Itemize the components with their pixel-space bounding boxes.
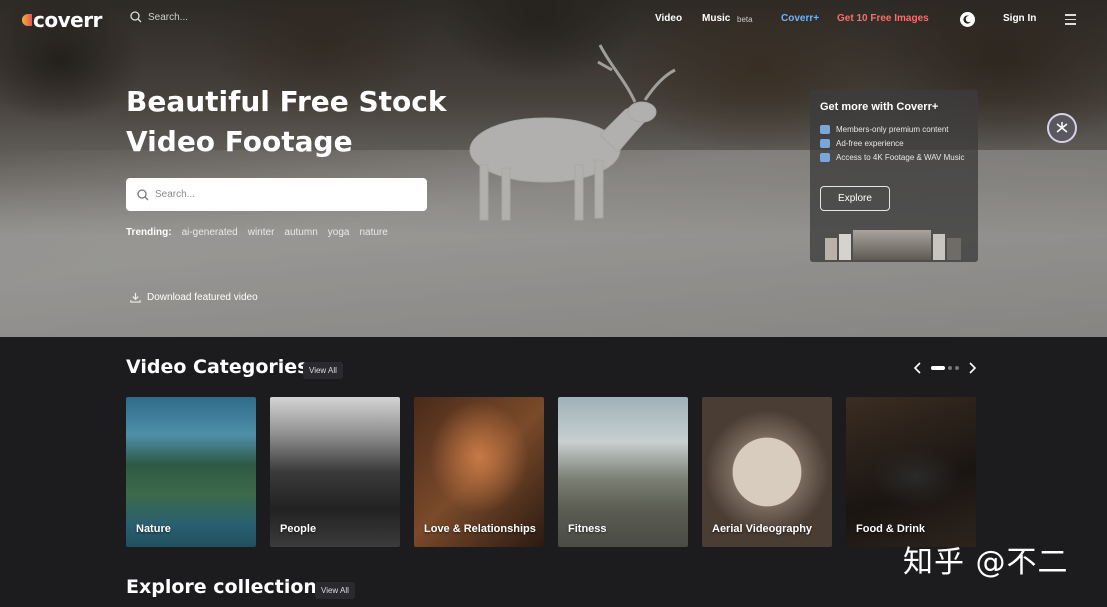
explore-collections-title: Explore collections	[126, 576, 329, 598]
top-navbar: coverr Video Music beta Coverr+ Get 10 F…	[0, 0, 1107, 38]
music-beta-badge: beta	[737, 15, 753, 24]
search-icon	[137, 188, 149, 200]
trending-tag[interactable]: autumn	[284, 227, 317, 238]
video-categories-title: Video Categories	[126, 356, 309, 378]
4k-icon	[820, 153, 830, 162]
premium-icon	[820, 125, 830, 134]
promo-title: Get more with Coverr+	[820, 101, 939, 113]
nav-search-input[interactable]	[148, 11, 268, 23]
chevron-left-icon[interactable]	[913, 362, 923, 374]
ai-icon	[1056, 122, 1068, 133]
logo-mark-icon	[22, 14, 32, 26]
sign-in-button[interactable]: Sign In	[1003, 13, 1036, 24]
category-card-food[interactable]: Food & Drink	[846, 397, 976, 547]
download-featured-video-link[interactable]: Download featured video	[130, 292, 258, 303]
hero-search-input[interactable]	[155, 189, 405, 200]
category-card-nature[interactable]: Nature	[126, 397, 256, 547]
carousel-dots	[931, 366, 959, 370]
ad-free-icon	[820, 139, 830, 148]
explore-button[interactable]: Explore	[820, 186, 890, 211]
category-label: Aerial Videography	[712, 523, 813, 535]
hero-search-box	[126, 178, 427, 211]
trending-tags: Trending: ai-generated winter autumn yog…	[126, 227, 388, 238]
category-card-love[interactable]: Love & Relationships	[414, 397, 544, 547]
promo-feature: Ad-free experience	[820, 139, 968, 148]
promo-feature: Members-only premium content	[820, 125, 968, 134]
download-icon	[130, 292, 141, 303]
category-label: Fitness	[568, 523, 607, 535]
category-card-people[interactable]: People	[270, 397, 400, 547]
promo-feature: Access to 4K Footage & WAV Music	[820, 153, 968, 162]
chevron-right-icon[interactable]	[967, 362, 977, 374]
category-label: Food & Drink	[856, 523, 926, 535]
watermark-text: 知乎 @不二	[903, 545, 1069, 580]
nav-link-coverr-plus[interactable]: Coverr+	[781, 13, 819, 24]
collections-view-all-button[interactable]: View All	[315, 582, 355, 599]
menu-icon[interactable]	[1065, 14, 1076, 28]
floating-help-button[interactable]	[1047, 113, 1077, 143]
coverr-logo[interactable]: coverr	[22, 8, 102, 32]
hero-title: Beautiful Free Stock Video Footage	[126, 85, 447, 158]
trending-tag[interactable]: winter	[248, 227, 275, 238]
categories-view-all-button[interactable]: View All	[303, 362, 343, 379]
carousel-controls	[913, 362, 977, 374]
category-cards: Nature People Love & Relationships Fitne…	[126, 397, 1107, 547]
nav-link-music[interactable]: Music	[702, 13, 730, 24]
nav-link-free-images[interactable]: Get 10 Free Images	[837, 13, 929, 24]
coverr-plus-promo-card: Get more with Coverr+ Members-only premi…	[810, 90, 978, 262]
moon-icon	[963, 15, 972, 24]
trending-tag[interactable]: yoga	[328, 227, 350, 238]
promo-thumbnails	[825, 230, 965, 260]
category-label: Nature	[136, 523, 171, 535]
trending-label: Trending:	[126, 227, 172, 238]
category-label: Love & Relationships	[424, 523, 536, 535]
search-icon	[130, 11, 142, 23]
download-label: Download featured video	[147, 292, 258, 303]
category-card-aerial[interactable]: Aerial Videography	[702, 397, 832, 547]
nav-search	[130, 11, 268, 23]
trending-tag[interactable]: nature	[359, 227, 387, 238]
category-label: People	[280, 523, 317, 535]
category-card-fitness[interactable]: Fitness	[558, 397, 688, 547]
logo-text: coverr	[33, 8, 102, 32]
nav-link-video[interactable]: Video	[655, 13, 682, 24]
theme-toggle-button[interactable]	[960, 12, 975, 27]
trending-tag[interactable]: ai-generated	[182, 227, 238, 238]
